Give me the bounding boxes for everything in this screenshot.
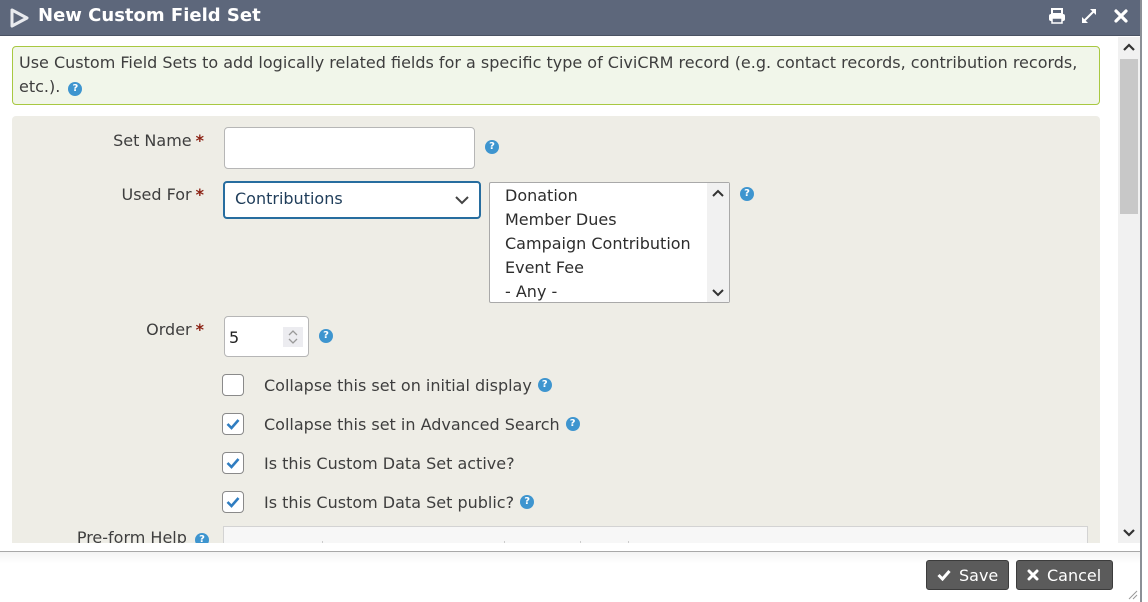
order-label-text: Order [146, 320, 192, 339]
used-for-selected: Contributions [235, 189, 343, 208]
subtype-option[interactable]: - Any - [490, 280, 729, 304]
order-help-icon[interactable]: ? [319, 329, 333, 343]
content-scrollbar[interactable] [1118, 37, 1140, 543]
collapse-display-checkbox[interactable] [222, 374, 244, 396]
civicrm-logo-icon [10, 8, 29, 28]
checkbox-row-collapse-display[interactable]: Collapse this set on initial display ? [222, 373, 552, 397]
print-icon[interactable] [1048, 6, 1066, 26]
used-for-help-icon[interactable]: ? [740, 187, 754, 201]
close-icon[interactable] [1112, 6, 1130, 26]
x-icon [1027, 566, 1039, 585]
order-value: 5 [229, 328, 240, 347]
checkmark-icon [226, 458, 240, 469]
chevron-down-icon [1123, 529, 1135, 537]
required-marker: * [195, 131, 204, 150]
order-label: Order * [4, 320, 204, 339]
public-checkbox[interactable] [222, 491, 244, 513]
window-edge [1140, 0, 1148, 602]
subtype-option[interactable]: Event Fee [490, 256, 729, 280]
active-checkbox[interactable] [222, 452, 244, 474]
subtype-listbox[interactable]: Donation Member Dues Campaign Contributi… [489, 182, 730, 303]
used-for-select[interactable]: Contributions [223, 181, 481, 219]
collapse-display-help-icon[interactable]: ? [537, 378, 552, 392]
required-marker: * [195, 185, 204, 204]
checkbox-label: Is this Custom Data Set public? [264, 492, 515, 512]
order-stepper[interactable]: 5 [224, 316, 309, 357]
subtype-option[interactable]: Member Dues [490, 208, 729, 232]
subtype-option[interactable]: Campaign Contribution [490, 232, 729, 256]
collapse-search-checkbox[interactable] [222, 413, 244, 435]
resize-grip-icon[interactable] [1126, 588, 1138, 600]
pre-form-help-icon[interactable]: ? [195, 533, 209, 543]
form-panel: Set Name * ? Used For * Contributions Dona… [12, 116, 1100, 543]
required-marker: * [195, 320, 204, 339]
pre-form-help-editor[interactable] [223, 526, 1088, 543]
checkbox-label: Collapse this set in Advanced Search [264, 414, 560, 434]
checkbox-row-active[interactable]: Is this Custom Data Set active? [222, 451, 515, 475]
listbox-scrollbar[interactable] [707, 183, 729, 302]
set-name-input[interactable] [224, 127, 475, 169]
pre-form-help-label: Pre-form Help ? [4, 528, 209, 543]
subtype-option[interactable]: Donation [490, 184, 729, 208]
checkbox-label: Is this Custom Data Set active? [264, 453, 515, 473]
used-for-label-text: Used For [121, 185, 192, 204]
used-for-label: Used For * [4, 185, 204, 204]
check-icon [937, 566, 951, 585]
dialog-titlebar[interactable]: New Custom Field Set [0, 0, 1140, 36]
dialog-title: New Custom Field Set [38, 5, 261, 26]
chevron-up-icon [1123, 43, 1135, 51]
scroll-up-button[interactable] [1118, 37, 1140, 57]
checkmark-icon [226, 419, 240, 430]
cancel-button[interactable]: Cancel [1016, 560, 1113, 590]
dialog-footer: Save Cancel [0, 551, 1140, 602]
checkbox-row-collapse-search[interactable]: Collapse this set in Advanced Search ? [222, 412, 580, 436]
checkbox-row-public[interactable]: Is this Custom Data Set public? ? [222, 490, 535, 514]
pre-form-help-label-text: Pre-form Help [76, 528, 187, 543]
set-name-label: Set Name * [4, 131, 204, 150]
expand-icon[interactable] [1080, 6, 1098, 26]
set-name-help-icon[interactable]: ? [485, 140, 499, 154]
scrollbar-thumb[interactable] [1120, 59, 1138, 214]
save-button[interactable]: Save [926, 560, 1009, 590]
chevron-down-icon [455, 196, 469, 205]
checkbox-label: Collapse this set on initial display [264, 375, 532, 395]
scroll-down-icon[interactable] [712, 289, 724, 297]
help-text: Use Custom Field Sets to add logically r… [19, 53, 1078, 96]
scroll-up-icon[interactable] [712, 189, 724, 197]
public-help-icon[interactable]: ? [520, 495, 535, 509]
stepper-arrows-icon [288, 330, 298, 344]
help-icon[interactable]: ? [68, 82, 83, 96]
save-label: Save [959, 565, 999, 585]
checkmark-icon [226, 497, 240, 508]
collapse-search-help-icon[interactable]: ? [565, 417, 580, 431]
help-message: Use Custom Field Sets to add logically r… [12, 46, 1100, 105]
scroll-down-button[interactable] [1118, 523, 1140, 543]
set-name-label-text: Set Name [113, 131, 192, 150]
stepper-buttons[interactable] [283, 327, 303, 347]
dialog-content: Use Custom Field Sets to add logically r… [0, 37, 1117, 543]
cancel-label: Cancel [1047, 565, 1102, 585]
